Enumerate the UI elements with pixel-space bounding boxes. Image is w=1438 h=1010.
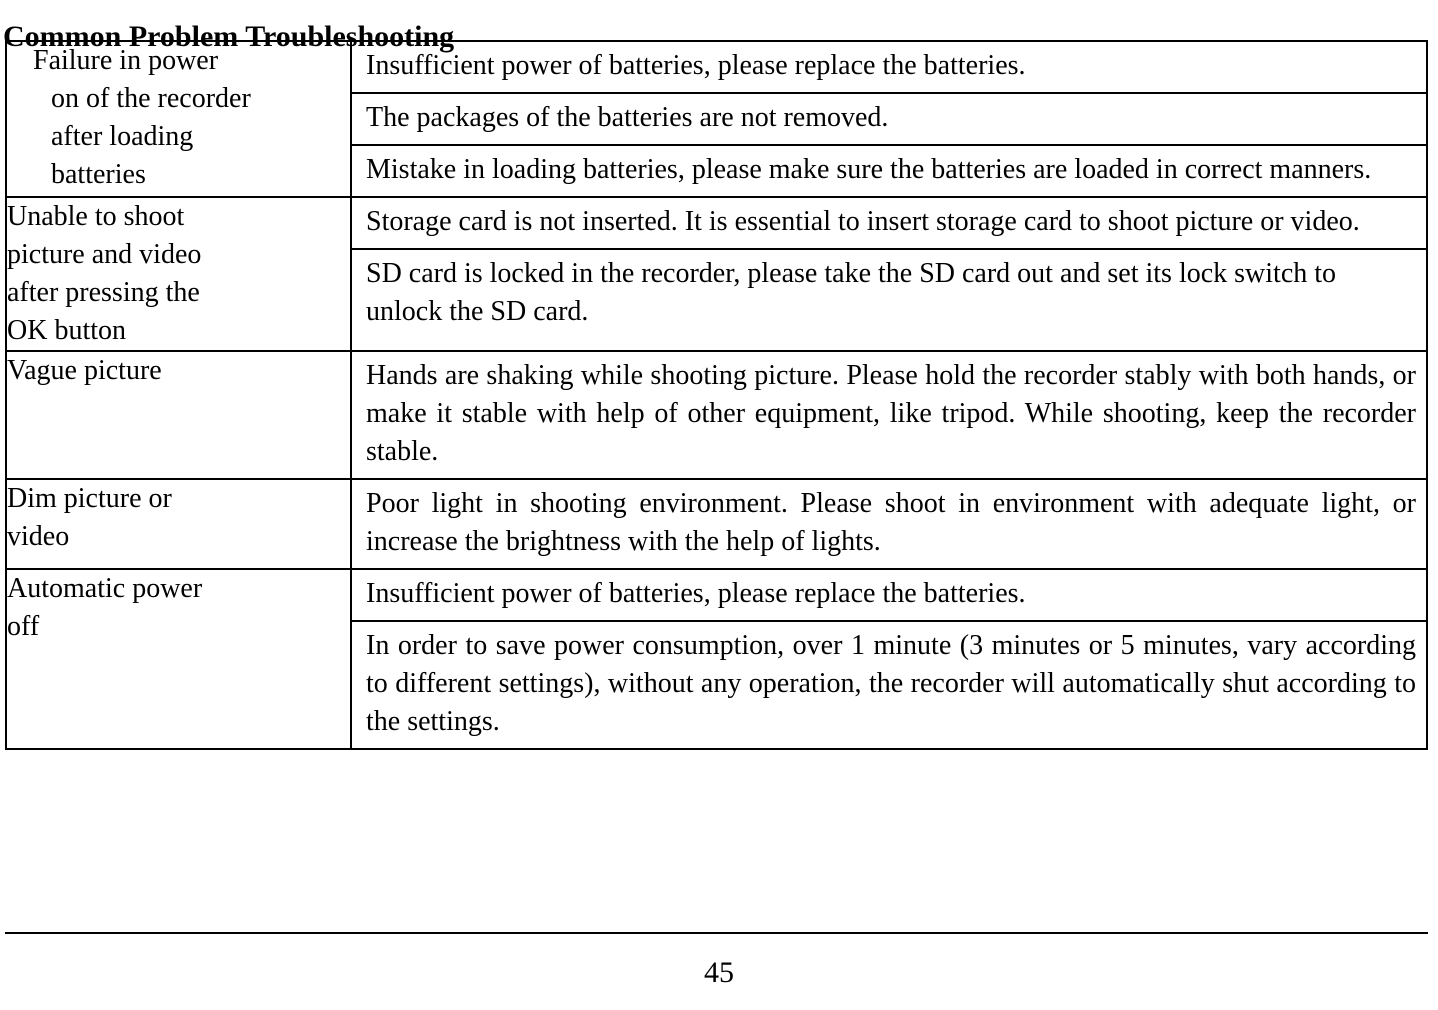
document-page: Common Problem Troubleshooting Failure i…	[0, 0, 1438, 1010]
table-row: Unable to shoot picture and video after …	[5, 196, 1428, 352]
solution-list: Poor light in shooting environment. Plea…	[352, 480, 1426, 568]
table-row: Automatic power off Insufficient power o…	[5, 568, 1428, 750]
label-line-2: picture and video	[7, 239, 202, 270]
table-row: Failure in power on of the recorder afte…	[5, 40, 1428, 198]
solution-row: Insufficient power of batteries, please …	[352, 570, 1426, 622]
label-line-1: Vague picture	[7, 355, 162, 386]
label-line-3: after loading	[51, 121, 194, 152]
label-line-1: Automatic power	[7, 573, 203, 604]
solution-text: SD card is locked in the recorder, pleas…	[366, 258, 1337, 327]
label-line-2: video	[7, 521, 70, 552]
solution-row: SD card is locked in the recorder, pleas…	[352, 249, 1426, 338]
solution-row: Insufficient power of batteries, please …	[352, 42, 1426, 94]
table-cell-problem: Vague picture	[5, 350, 352, 480]
solution-text: Hands are shaking while shooting picture…	[366, 360, 1416, 467]
label-line-4: OK button	[7, 315, 126, 346]
label-line-4: batteries	[51, 159, 146, 190]
solution-list: Insufficient power of batteries, please …	[352, 570, 1426, 748]
solution-text: Storage card is not inserted. It is esse…	[366, 206, 1360, 237]
table-cell-solutions: Hands are shaking while shooting picture…	[350, 350, 1428, 480]
solution-text: The packages of the batteries are not re…	[366, 102, 889, 133]
table-cell-problem: Unable to shoot picture and video after …	[5, 196, 352, 352]
solution-list: Storage card is not inserted. It is esse…	[352, 198, 1426, 338]
solution-text: Insufficient power of batteries, please …	[366, 50, 1026, 81]
solution-row: Hands are shaking while shooting picture…	[352, 352, 1426, 478]
troubleshooting-table: Failure in power on of the recorder afte…	[5, 40, 1428, 750]
table-cell-problem: Automatic power off	[5, 568, 352, 750]
label-line-2: off	[7, 611, 40, 642]
label-line-1: Dim picture or	[7, 483, 172, 514]
solution-row: Poor light in shooting environment. Plea…	[352, 480, 1426, 568]
table-cell-problem: Dim picture or video	[5, 478, 352, 570]
solution-text: Poor light in shooting environment. Plea…	[366, 488, 1416, 557]
table-cell-solutions: Insufficient power of batteries, please …	[350, 40, 1428, 198]
page-number: 45	[704, 956, 734, 989]
footer-divider	[5, 932, 1428, 934]
solution-text: Insufficient power of batteries, please …	[366, 578, 1026, 609]
table-cell-problem: Failure in power on of the recorder afte…	[5, 40, 352, 198]
label-line-2: on of the recorder	[51, 83, 251, 114]
solution-list: Hands are shaking while shooting picture…	[352, 352, 1426, 478]
solution-list: Insufficient power of batteries, please …	[352, 42, 1426, 196]
solution-row: The packages of the batteries are not re…	[352, 93, 1426, 146]
solution-row: Storage card is not inserted. It is esse…	[352, 198, 1426, 250]
solution-row: In order to save power consumption, over…	[352, 621, 1426, 748]
solution-row: Mistake in loading batteries, please mak…	[352, 145, 1426, 196]
label-line-1: Failure in power	[33, 45, 219, 76]
label-line-3: after pressing the	[7, 277, 200, 308]
label-line-1: Unable to shoot	[7, 201, 185, 232]
solution-text: Mistake in loading batteries, please mak…	[366, 154, 1372, 185]
table-cell-solutions: Poor light in shooting environment. Plea…	[350, 478, 1428, 570]
table-cell-solutions: Insufficient power of batteries, please …	[350, 568, 1428, 750]
table-cell-solutions: Storage card is not inserted. It is esse…	[350, 196, 1428, 352]
solution-text: In order to save power consumption, over…	[366, 630, 1416, 737]
table-row: Dim picture or video Poor light in shoot…	[5, 478, 1428, 570]
table-row: Vague picture Hands are shaking while sh…	[5, 350, 1428, 480]
